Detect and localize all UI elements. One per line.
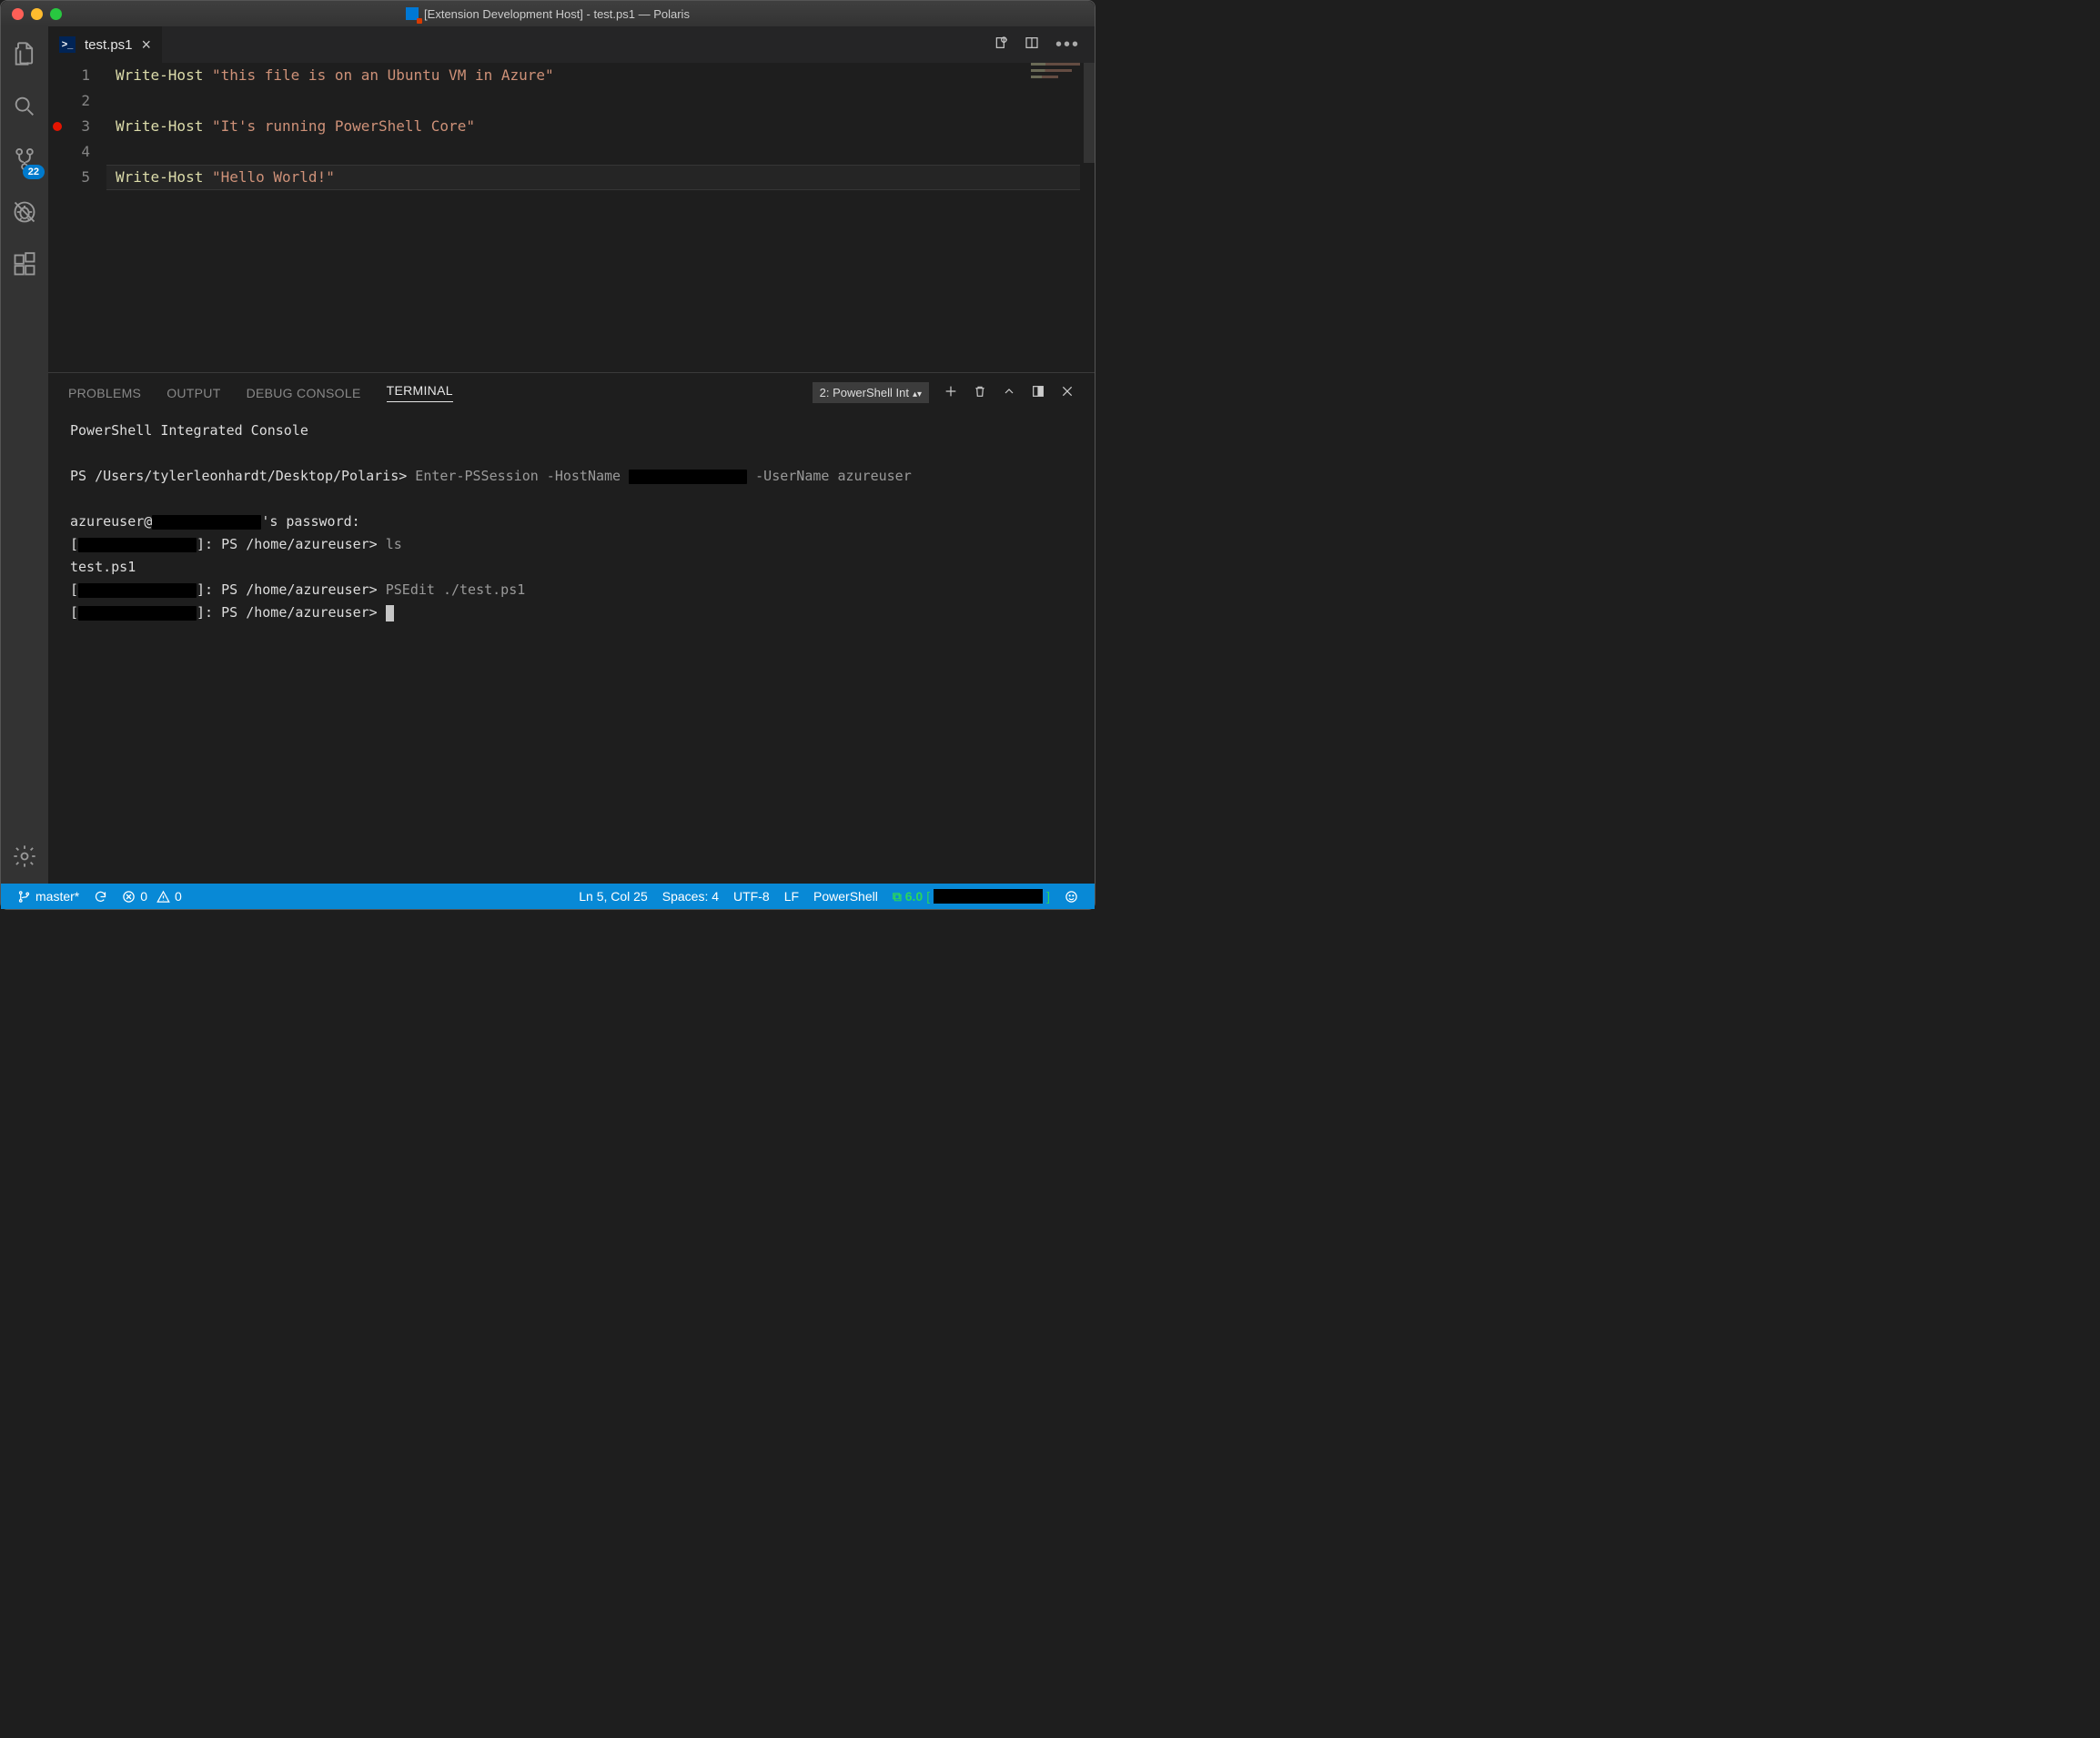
panel-layout-icon[interactable]: [1031, 384, 1045, 401]
editor-scrollbar[interactable]: [1084, 63, 1095, 163]
scm-badge: 22: [23, 165, 45, 179]
editor-tab-bar: >_ test.ps1 × •••: [48, 26, 1095, 63]
redacted-host: [78, 583, 197, 598]
terminal-line: []: PS /home/azureuser> ls: [70, 533, 1073, 556]
status-cursor-pos[interactable]: Ln 5, Col 25: [571, 889, 655, 904]
status-branch[interactable]: master*: [10, 889, 86, 904]
terminal-cursor: [386, 605, 394, 621]
panel-up-icon[interactable]: [1002, 384, 1016, 401]
status-bar: master* 0 0 Ln 5, Col 25 Spaces: 4 UTF-8…: [1, 884, 1095, 909]
terminal-line: []: PS /home/azureuser>: [70, 601, 1073, 624]
diff-icon[interactable]: [994, 35, 1008, 55]
status-eol[interactable]: LF: [777, 889, 806, 904]
line-number-gutter: 1 2 3 4 5: [66, 63, 106, 372]
extensions-icon[interactable]: [10, 250, 39, 279]
terminal-selector[interactable]: 2: PowerShell Int▴▾: [813, 382, 929, 403]
terminal-output[interactable]: PowerShell Integrated Console PS /Users/…: [52, 410, 1091, 633]
code-content[interactable]: Write-Host "this file is on an Ubuntu VM…: [106, 63, 1095, 372]
redacted-host: [934, 889, 1043, 904]
terminal-heading: PowerShell Integrated Console: [70, 419, 1073, 442]
close-panel-icon[interactable]: [1060, 384, 1075, 401]
activity-bar: 22: [1, 26, 48, 884]
tab-test-ps1[interactable]: >_ test.ps1 ×: [48, 26, 162, 63]
panel-tab-terminal[interactable]: TERMINAL: [387, 383, 453, 402]
new-terminal-icon[interactable]: [944, 384, 958, 401]
terminal-line: test.ps1: [70, 556, 1073, 579]
status-sync[interactable]: [86, 890, 115, 904]
window-title: [Extension Development Host] - test.ps1 …: [1, 7, 1095, 21]
redacted-host: [152, 515, 261, 530]
minimap[interactable]: [1031, 63, 1085, 99]
panel-tab-debug-console[interactable]: DEBUG CONSOLE: [247, 386, 361, 400]
redacted-hostname: [629, 470, 747, 484]
window-title-text: [Extension Development Host] - test.ps1 …: [424, 7, 690, 21]
breakpoint-gutter[interactable]: [48, 63, 66, 372]
status-feedback-icon[interactable]: [1057, 890, 1085, 904]
redacted-host: [78, 538, 197, 552]
kill-terminal-icon[interactable]: [973, 384, 987, 401]
bottom-panel: PROBLEMS OUTPUT DEBUG CONSOLE TERMINAL 2…: [48, 372, 1095, 884]
breakpoint-line-3[interactable]: [53, 122, 62, 131]
code-editor[interactable]: 1 2 3 4 5 Write-Host "this file is on an…: [48, 63, 1095, 372]
close-tab-icon[interactable]: ×: [142, 35, 152, 55]
mac-titlebar: [Extension Development Host] - test.ps1 …: [1, 1, 1095, 26]
source-control-icon[interactable]: 22: [10, 145, 39, 174]
more-actions-icon[interactable]: •••: [1055, 35, 1080, 56]
terminal-line: []: PS /home/azureuser> PSEdit ./test.ps…: [70, 579, 1073, 601]
search-icon[interactable]: [10, 92, 39, 121]
status-indent[interactable]: Spaces: 4: [655, 889, 726, 904]
panel-tab-output[interactable]: OUTPUT: [167, 386, 220, 400]
panel-tab-bar: PROBLEMS OUTPUT DEBUG CONSOLE TERMINAL 2…: [52, 373, 1091, 410]
terminal-line: azureuser@'s password:: [70, 510, 1073, 533]
panel-tab-problems[interactable]: PROBLEMS: [68, 386, 141, 400]
debug-icon[interactable]: [10, 197, 39, 227]
terminal-line: PS /Users/tylerleonhardt/Desktop/Polaris…: [70, 465, 1073, 488]
split-editor-icon[interactable]: [1025, 35, 1039, 55]
tab-label: test.ps1: [85, 37, 133, 53]
vscode-icon: [406, 7, 419, 20]
status-language[interactable]: PowerShell: [806, 889, 885, 904]
powershell-file-icon: >_: [59, 36, 76, 53]
status-warnings[interactable]: 0: [149, 889, 189, 904]
explorer-icon[interactable]: [10, 39, 39, 68]
status-encoding[interactable]: UTF-8: [726, 889, 777, 904]
editor-actions: •••: [994, 26, 1095, 63]
redacted-host: [78, 606, 197, 621]
status-powershell-version[interactable]: ⧉ 6.0 []: [885, 889, 1057, 904]
settings-icon[interactable]: [10, 842, 39, 871]
